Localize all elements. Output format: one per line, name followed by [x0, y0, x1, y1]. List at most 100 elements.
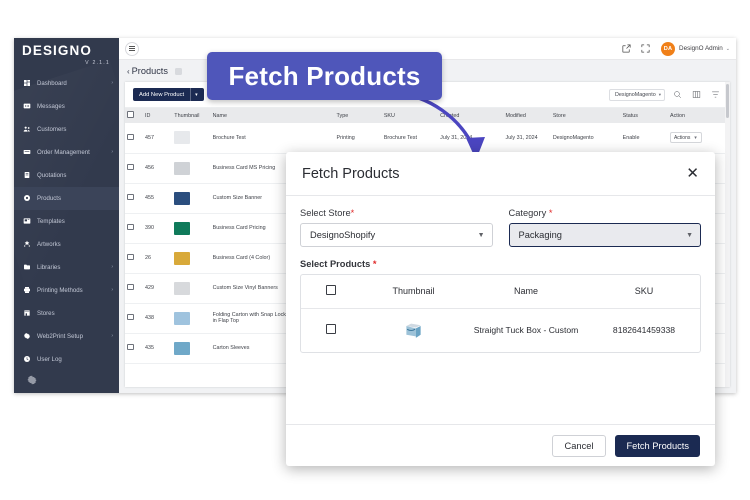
brand-name: DESIGNO [22, 43, 92, 58]
sidebar-item-label: Order Management [37, 148, 90, 156]
grid-columns-icon[interactable] [690, 88, 703, 101]
sidebar-item-user-log[interactable]: User Log [14, 348, 119, 371]
row-checkbox-cell[interactable] [125, 303, 144, 334]
row-checkbox-cell[interactable] [125, 273, 144, 304]
sidebar-item-label: Stores [37, 309, 55, 317]
callout-banner: Fetch Products [207, 52, 442, 100]
product-sku: 8182641459338 [612, 325, 676, 336]
web2print-setup-icon [23, 332, 31, 340]
modal-body: Select Store* DesignoShopify ▼ Category … [286, 196, 715, 353]
row-store: DesignoMagento [550, 123, 621, 154]
select-store-dropdown[interactable]: DesignoShopify ▼ [300, 223, 493, 247]
products-select-all-checkbox[interactable] [326, 285, 336, 296]
sidebar-item-customers[interactable]: Customers [14, 118, 119, 141]
sidebar-item-libraries[interactable]: Libraries › [14, 256, 119, 279]
product-row[interactable]: Straight Tuck Box - Custom 8182641459338 [301, 308, 700, 352]
row-checkbox[interactable] [127, 223, 134, 231]
row-checkbox-cell[interactable] [125, 333, 144, 364]
row-checkbox[interactable] [127, 283, 134, 291]
status-badge: Enable [620, 123, 668, 154]
close-icon[interactable]: ✕ [686, 166, 699, 181]
sidebar-item-stores[interactable]: Stores [14, 302, 119, 325]
cancel-button[interactable]: Cancel [551, 434, 607, 457]
chevron-down-icon[interactable]: ⌄ [726, 46, 730, 52]
box-thumbnail-icon [406, 323, 421, 339]
products-select-all-header[interactable] [301, 275, 361, 309]
search-icon[interactable] [671, 88, 684, 101]
sidebar-item-label: Web2Print Setup [37, 332, 83, 340]
templates-icon [23, 217, 31, 225]
modal-title: Fetch Products [302, 165, 400, 182]
row-thumbnail-cell [172, 213, 211, 244]
row-checkbox[interactable] [127, 163, 134, 171]
row-id: 435 [143, 333, 173, 364]
column-header: Type [334, 108, 382, 123]
product-checkbox[interactable] [326, 324, 336, 335]
row-id: 26 [143, 243, 173, 274]
modal-footer: Cancel Fetch Products [286, 424, 715, 466]
select-all-checkbox[interactable] [127, 111, 134, 118]
hamburger-icon[interactable] [125, 41, 139, 56]
sidebar-item-label: Quotations [37, 171, 67, 179]
column-header: Status [620, 108, 668, 123]
orders-icon [23, 148, 31, 156]
avatar[interactable]: DA [661, 41, 676, 56]
brand-logo: DESIGNO V 2.1.1 [14, 38, 119, 68]
customers-icon [23, 125, 31, 133]
row-checkbox[interactable] [127, 343, 134, 351]
breadcrumb-back-icon[interactable]: ‹ [127, 67, 130, 76]
row-checkbox[interactable] [127, 133, 134, 140]
products-column-header: Thumbnail [361, 275, 466, 309]
vertical-scrollbar[interactable] [725, 82, 730, 387]
sidebar-item-label: Artworks [37, 240, 61, 248]
required-asterisk: * [548, 208, 553, 218]
store-filter-dropdown[interactable]: DesignoMagento ▾ [609, 88, 665, 101]
select-store-label: Select Store* [300, 208, 493, 218]
column-header: ID [143, 108, 173, 123]
sidebar-item-printing-methods[interactable]: Printing Methods › [14, 279, 119, 302]
external-link-icon[interactable] [621, 43, 633, 55]
sidebar-item-order-management[interactable]: Order Management › [14, 141, 119, 164]
add-new-product-button[interactable]: Add New Product ▾ [133, 88, 204, 101]
libraries-icon [23, 263, 31, 271]
fetch-products-submit-button[interactable]: Fetch Products [615, 434, 700, 457]
scrollbar-thumb[interactable] [726, 84, 729, 118]
row-checkbox[interactable] [127, 193, 134, 201]
sidebar-item-label: Dashboard [37, 79, 67, 87]
sidebar-item-templates[interactable]: Templates [14, 210, 119, 233]
category-dropdown[interactable]: Packaging ▼ [508, 223, 701, 247]
row-checkbox-cell[interactable] [125, 183, 144, 214]
sidebar-item-quotations[interactable]: Quotations [14, 164, 119, 187]
row-thumbnail-cell [172, 273, 211, 304]
breadcrumb-badge [174, 67, 182, 75]
column-header: Store [550, 108, 621, 123]
row-checkbox-cell[interactable] [125, 243, 144, 274]
product-checkbox-cell[interactable] [301, 308, 361, 352]
sidebar-item-web2print-setup[interactable]: Web2Print Setup › [14, 325, 119, 348]
row-checkbox[interactable] [127, 253, 134, 261]
row-thumbnail-cell [172, 333, 211, 364]
sidebar-item-label: Libraries [37, 263, 61, 271]
admin-name: DesignO Admin [679, 45, 723, 52]
fullscreen-icon[interactable] [640, 43, 652, 55]
sidebar-item-products[interactable]: Products [14, 186, 119, 210]
chevron-down-icon: ▾ [658, 91, 661, 97]
sidebar-item-messages[interactable]: Messages [14, 95, 119, 118]
row-checkbox-cell[interactable] [125, 123, 144, 154]
sidebar-item-dashboard[interactable]: Dashboard › [14, 72, 119, 95]
row-id: 455 [143, 183, 173, 214]
store-filter-value: DesignoMagento [615, 91, 656, 98]
select-all-header[interactable] [125, 108, 144, 123]
row-thumbnail-cell [172, 243, 211, 274]
row-actions-button[interactable]: Actions ▼ [669, 132, 702, 144]
row-checkbox-cell[interactable] [125, 213, 144, 244]
sidebar-item-artworks[interactable]: Artworks [14, 233, 119, 256]
row-checkbox[interactable] [127, 313, 134, 321]
product-name: Straight Tuck Box - Custom [473, 325, 579, 336]
chevron-right-icon: › [111, 80, 113, 86]
filter-icon[interactable] [709, 88, 722, 101]
gear-icon[interactable] [26, 373, 38, 385]
sidebar: DESIGNO V 2.1.1 Dashboard › Messages Custom… [14, 38, 119, 393]
row-checkbox-cell[interactable] [125, 153, 144, 184]
artworks-icon [23, 240, 31, 248]
